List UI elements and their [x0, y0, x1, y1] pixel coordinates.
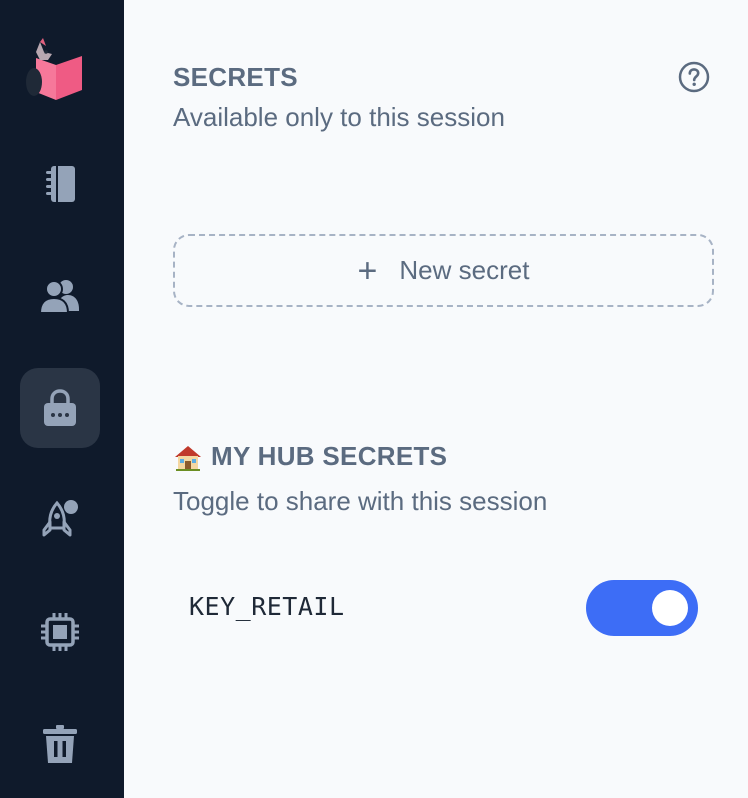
section-subtitle: Available only to this session	[173, 102, 505, 132]
question-circle-icon[interactable]	[678, 61, 710, 93]
sidebar-item-processor[interactable]	[20, 592, 100, 672]
sidebar-item-trash[interactable]	[20, 704, 100, 784]
secrets-panel: SECRETS Available only to this session +…	[124, 0, 748, 798]
plus-icon: +	[357, 251, 378, 290]
rocket-icon	[42, 500, 78, 537]
new-secret-button[interactable]: + New secret	[173, 234, 714, 307]
toggle-knob	[652, 590, 688, 626]
hub-secrets-title: MY HUB SECRETS	[173, 441, 447, 472]
sidebar-item-launch[interactable]	[20, 480, 100, 560]
app-logo[interactable]	[22, 34, 92, 104]
trash-icon	[43, 725, 77, 763]
hub-subtitle: Toggle to share with this session	[173, 486, 548, 516]
notebook-icon	[46, 166, 75, 202]
chip-icon	[41, 613, 79, 651]
users-icon	[38, 280, 79, 314]
list-item: KEY_RETAIL	[173, 576, 714, 638]
app: SECRETS Available only to this session +…	[0, 0, 748, 798]
sidebar	[0, 0, 124, 798]
sidebar-item-users[interactable]	[20, 256, 100, 336]
lock-icon	[44, 389, 76, 426]
sidebar-item-secrets[interactable]	[20, 368, 100, 448]
sidebar-item-notebook[interactable]	[20, 144, 100, 224]
secret-toggle[interactable]	[586, 580, 698, 636]
hub-title-label: MY HUB SECRETS	[211, 441, 448, 471]
new-secret-label: New secret	[399, 255, 530, 285]
section-title: SECRETS	[173, 62, 298, 92]
secret-name: KEY_RETAIL	[189, 592, 345, 621]
house-icon	[173, 442, 203, 472]
